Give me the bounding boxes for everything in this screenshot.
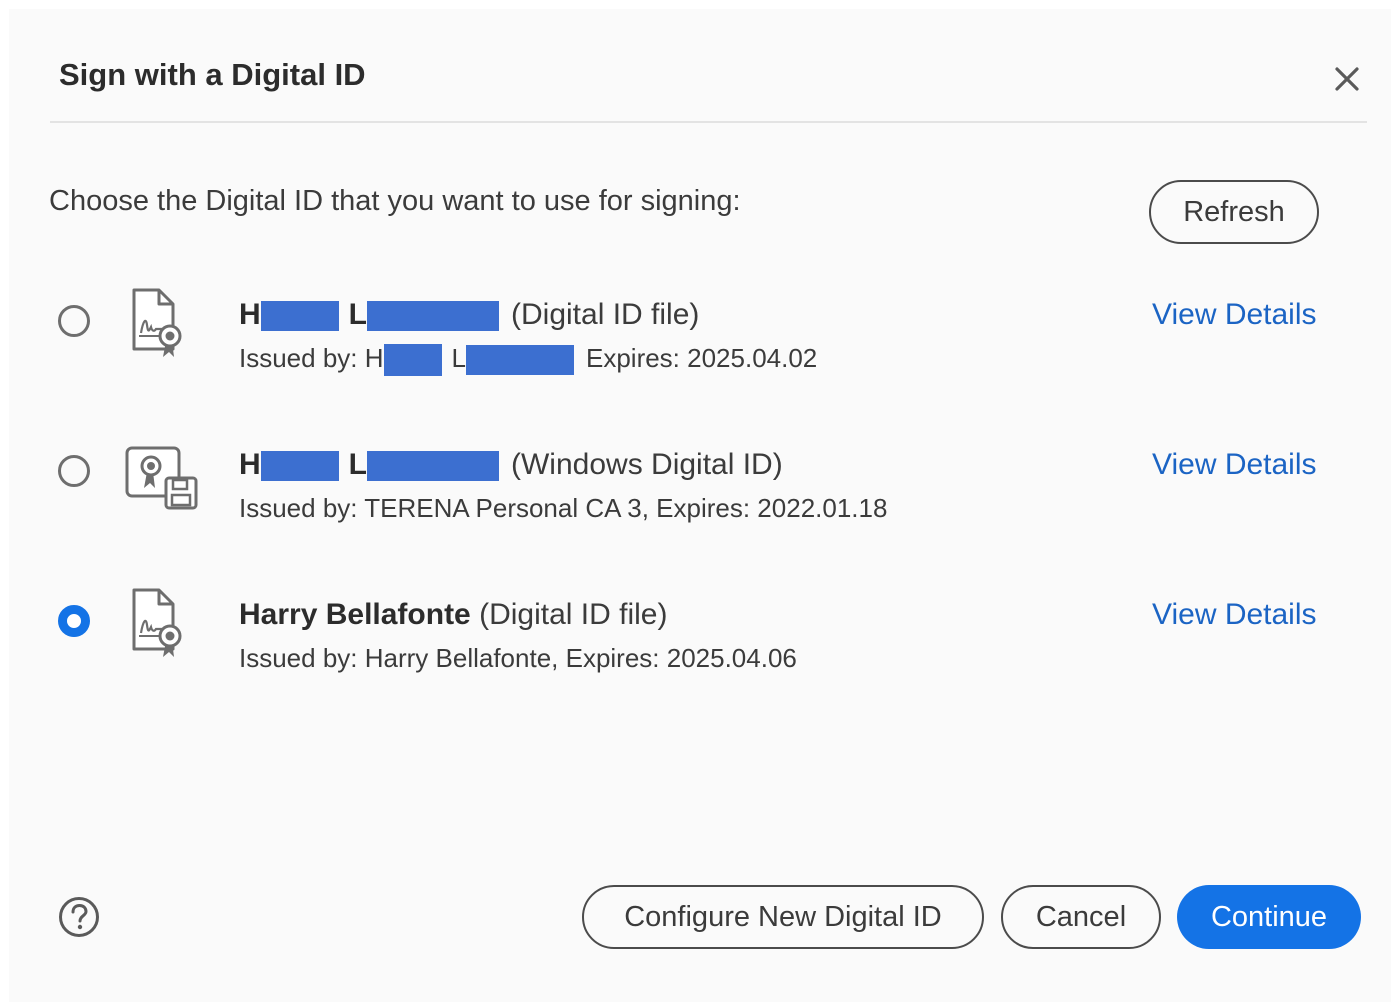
continue-button[interactable]: Continue [1177, 885, 1361, 949]
digital-id-file-icon [132, 288, 182, 357]
refresh-button[interactable]: Refresh [1149, 180, 1319, 244]
digital-id-name-line: H L (Windows Digital ID) [239, 448, 783, 482]
digital-id-name-line: H L (Digital ID file) [239, 298, 700, 332]
cancel-button[interactable]: Cancel [1001, 885, 1161, 949]
redacted-block [367, 451, 499, 482]
redacted-block [260, 451, 339, 482]
digital-id-radio[interactable] [58, 455, 90, 487]
redacted-block [260, 301, 339, 332]
close-icon [1335, 67, 1359, 91]
digital-id-radio-selected[interactable] [58, 605, 90, 637]
view-details-link[interactable]: View Details [1152, 298, 1317, 332]
header-divider [50, 121, 1367, 123]
digital-id-type: (Windows Digital ID) [511, 448, 783, 481]
digital-id-radio[interactable] [58, 305, 90, 337]
digital-id-type: (Digital ID file) [479, 598, 668, 631]
sign-digital-id-dialog: Sign with a Digital ID Choose the Digita… [9, 9, 1391, 1002]
choose-id-prompt: Choose the Digital ID that you want to u… [49, 185, 741, 217]
digital-id-issuer-line: Issued by: H L Expires: 2025.04.02 [239, 343, 817, 377]
dialog-title: Sign with a Digital ID [59, 57, 366, 92]
digital-id-name-line: Harry Bellafonte (Digital ID file) [239, 598, 667, 632]
help-button[interactable] [58, 896, 100, 938]
close-button[interactable] [1327, 59, 1367, 99]
digital-id-type: (Digital ID file) [511, 298, 700, 331]
view-details-link[interactable]: View Details [1152, 598, 1317, 632]
redacted-block [465, 345, 574, 376]
help-icon [59, 897, 99, 937]
digital-id-row[interactable]: H L (Digital ID file) Issued by: H L Expires… [9, 284, 1391, 384]
redacted-block [383, 344, 442, 377]
digital-id-row[interactable]: H L (Windows Digital ID) Issued by: TERENA… [9, 434, 1391, 534]
digital-id-issuer-line: Issued by: TERENA Personal CA 3, Expires… [239, 493, 888, 523]
configure-new-digital-id-button[interactable]: Configure New Digital ID [582, 885, 984, 949]
redacted-block [367, 301, 499, 332]
windows-digital-id-icon [125, 446, 198, 510]
view-details-link[interactable]: View Details [1152, 448, 1317, 482]
digital-id-issuer-line: Issued by: Harry Bellafonte, Expires: 20… [239, 643, 797, 673]
digital-id-row[interactable]: Harry Bellafonte (Digital ID file) Issue… [9, 584, 1391, 684]
digital-id-name: Harry Bellafonte [239, 598, 471, 631]
digital-id-file-icon [132, 588, 182, 657]
